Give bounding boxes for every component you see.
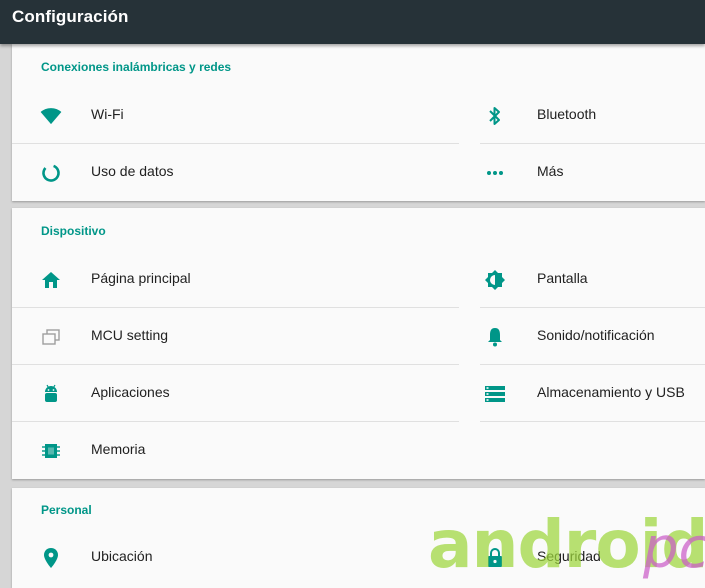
section-personal: Personal Ubicación Seguridad [12, 488, 705, 588]
bell-icon [484, 326, 506, 348]
settings-item-label: Sonido/notificación [537, 327, 655, 343]
settings-item-display[interactable]: Pantalla [12, 251, 705, 308]
settings-item-label: Memoria [91, 441, 146, 457]
storage-icon [484, 383, 506, 405]
lock-icon [484, 547, 506, 569]
settings-item-storage[interactable]: Almacenamiento y USB [12, 365, 705, 422]
settings-item-sound[interactable]: Sonido/notificación [12, 308, 705, 365]
brightness-icon [484, 269, 506, 291]
section-wireless-networks: Conexiones inalámbricas y redes Wi-Fi Bl… [12, 44, 705, 201]
more-horiz-icon [484, 162, 506, 184]
section-title: Personal [41, 503, 92, 517]
section-title: Conexiones inalámbricas y redes [41, 60, 232, 74]
settings-item-label: Almacenamiento y USB [537, 384, 685, 400]
memory-icon [40, 440, 62, 462]
section-title: Dispositivo [41, 224, 106, 238]
settings-item-label: Pantalla [537, 270, 588, 286]
settings-item-label: Seguridad [537, 548, 601, 564]
settings-item-security[interactable]: Seguridad [12, 529, 705, 586]
page-title: Configuración [12, 7, 129, 26]
settings-item-more[interactable]: Más [12, 144, 705, 201]
app-bar: Configuración [0, 0, 705, 44]
settings-item-memory[interactable]: Memoria [12, 422, 262, 479]
section-device: Dispositivo Página principal Pantalla MC… [12, 208, 705, 479]
divider [480, 421, 705, 422]
settings-item-label: Más [537, 163, 564, 179]
settings-item-bluetooth[interactable]: Bluetooth [12, 87, 705, 144]
settings-item-label: Bluetooth [537, 106, 597, 122]
bluetooth-icon [484, 105, 506, 127]
